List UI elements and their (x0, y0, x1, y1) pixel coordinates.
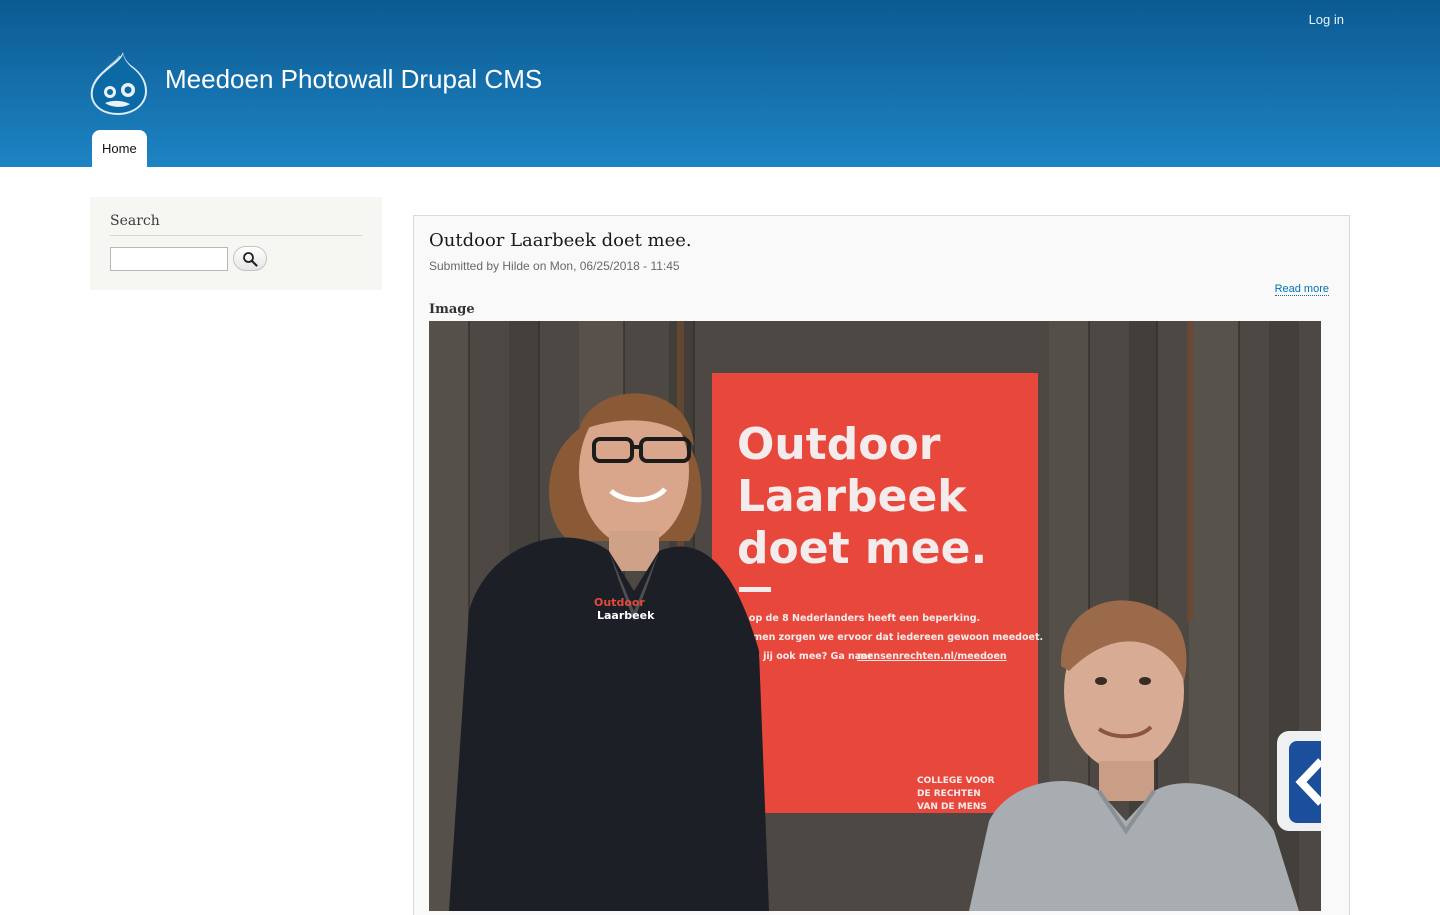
main-menu: Home (92, 130, 147, 168)
search-block-title: Search (110, 213, 362, 236)
login-link[interactable]: Log in (1309, 12, 1344, 27)
tab-home[interactable]: Home (92, 130, 147, 168)
image-field-label: Image (429, 302, 475, 317)
poster-body-2: Samen zorgen we ervoor dat iedereen gewo… (739, 632, 1043, 643)
poster-org-1: COLLEGE VOOR (917, 776, 995, 786)
poster-body-1: 1 op de 8 Nederlanders heeft een beperki… (739, 613, 980, 624)
sidebar-search-block: Search (90, 197, 382, 290)
jacket-text-2: Laarbeek (597, 609, 655, 622)
search-button[interactable] (233, 246, 267, 271)
submitted-info: Submitted by Hilde on Mon, 06/25/2018 - … (429, 259, 680, 273)
node-image[interactable]: Outdoor Laarbeek doet mee. 1 op de 8 Ned… (429, 321, 1321, 911)
jacket-text-1: Outdoor (594, 596, 645, 609)
poster-line-3: doet mee. (737, 523, 987, 574)
poster-org-3: VAN DE MENS (917, 802, 987, 812)
site-header: Log in Meedoen Photowall Drupal CMS Home (0, 0, 1440, 168)
poster-line-2: Laarbeek (737, 471, 968, 522)
search-input[interactable] (110, 246, 228, 271)
drupal-logo-icon[interactable] (90, 50, 148, 116)
search-form (110, 246, 362, 271)
node-article: Outdoor Laarbeek doet mee. Submitted by … (413, 215, 1350, 915)
search-icon (243, 251, 258, 267)
read-more-link[interactable]: Read more (1274, 283, 1329, 296)
poster-org-2: DE RECHTEN (917, 789, 981, 799)
poster-link: mensenrechten.nl/meedoen (857, 651, 1007, 662)
poster-line-1: Outdoor (737, 419, 941, 470)
node-title[interactable]: Outdoor Laarbeek doet mee. (429, 230, 692, 251)
site-name[interactable]: Meedoen Photowall Drupal CMS (165, 64, 542, 95)
